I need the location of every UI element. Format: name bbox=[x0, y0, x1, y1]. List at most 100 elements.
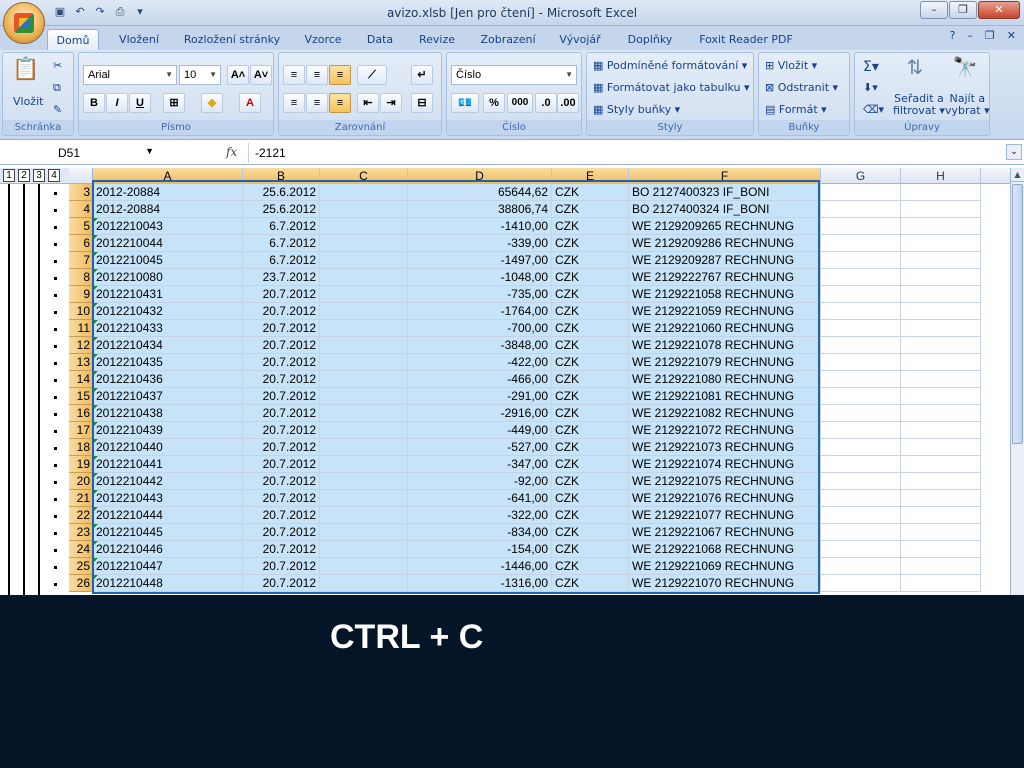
increase-decimal-icon[interactable]: .0 bbox=[535, 93, 557, 113]
cell-e[interactable]: CZK bbox=[552, 388, 629, 405]
cell-d[interactable]: -466,00 bbox=[408, 371, 552, 388]
align-center-icon[interactable]: ≡ bbox=[306, 93, 328, 113]
cell-a[interactable]: 2012210438 bbox=[93, 405, 243, 422]
bold-button[interactable]: B bbox=[83, 93, 105, 113]
cell-c[interactable] bbox=[320, 439, 408, 456]
cell-a[interactable]: 2012210043 bbox=[93, 218, 243, 235]
italic-button[interactable]: I bbox=[106, 93, 128, 113]
cell-d[interactable]: -154,00 bbox=[408, 541, 552, 558]
cell-h[interactable] bbox=[901, 337, 981, 354]
cell-g[interactable] bbox=[821, 490, 901, 507]
formula-input[interactable]: -2121 bbox=[248, 143, 1004, 163]
cell-h[interactable] bbox=[901, 235, 981, 252]
close-button[interactable]: ✕ bbox=[978, 1, 1020, 19]
cell-f[interactable]: WE 2129221072 RECHNUNG bbox=[629, 422, 821, 439]
cell-a[interactable]: 2012210448 bbox=[93, 575, 243, 592]
conditional-formatting-button[interactable]: ▦ Podmíněné formátování ▾ bbox=[593, 59, 747, 72]
cell-e[interactable]: CZK bbox=[552, 286, 629, 303]
cell-a[interactable]: 2012210044 bbox=[93, 235, 243, 252]
cell-a[interactable]: 2012210080 bbox=[93, 269, 243, 286]
cell-h[interactable] bbox=[901, 252, 981, 269]
cell-c[interactable] bbox=[320, 184, 408, 201]
cell-e[interactable]: CZK bbox=[552, 473, 629, 490]
row-header[interactable]: 9 bbox=[69, 286, 93, 303]
format-cells-button[interactable]: ▤ Formát ▾ bbox=[765, 103, 827, 116]
cell-a[interactable]: 2012210447 bbox=[93, 558, 243, 575]
paste-icon[interactable]: 📋 bbox=[11, 57, 41, 82]
cell-d[interactable]: -339,00 bbox=[408, 235, 552, 252]
cell-f[interactable]: WE 2129209286 RECHNUNG bbox=[629, 235, 821, 252]
fill-color-icon[interactable]: ◈ bbox=[201, 93, 223, 113]
outline-level-4[interactable]: 4 bbox=[48, 169, 60, 182]
row-header[interactable]: 25 bbox=[69, 558, 93, 575]
cell-c[interactable] bbox=[320, 507, 408, 524]
cell-c[interactable] bbox=[320, 303, 408, 320]
increase-indent-icon[interactable]: ⇥ bbox=[380, 93, 402, 113]
cell-h[interactable] bbox=[901, 303, 981, 320]
cell-a[interactable]: 2012210435 bbox=[93, 354, 243, 371]
cell-g[interactable] bbox=[821, 286, 901, 303]
cell-g[interactable] bbox=[821, 473, 901, 490]
tab-home[interactable]: Domů bbox=[47, 29, 99, 50]
cut-icon[interactable]: ✂ bbox=[53, 59, 62, 72]
cell-c[interactable] bbox=[320, 252, 408, 269]
tab-foxit[interactable]: Foxit Reader PDF bbox=[692, 29, 800, 50]
clear-icon[interactable]: ⌫▾ bbox=[863, 103, 884, 116]
cell-c[interactable] bbox=[320, 558, 408, 575]
cell-b[interactable]: 6.7.2012 bbox=[243, 235, 320, 252]
cell-h[interactable] bbox=[901, 422, 981, 439]
cell-c[interactable] bbox=[320, 286, 408, 303]
cell-a[interactable]: 2012210442 bbox=[93, 473, 243, 490]
format-as-table-button[interactable]: ▦ Formátovat jako tabulku ▾ bbox=[593, 81, 750, 94]
cell-styles-button[interactable]: ▦ Styly buňky ▾ bbox=[593, 103, 680, 116]
cell-e[interactable]: CZK bbox=[552, 575, 629, 592]
column-header-g[interactable]: G bbox=[821, 168, 901, 184]
cell-e[interactable]: CZK bbox=[552, 303, 629, 320]
cell-b[interactable]: 20.7.2012 bbox=[243, 558, 320, 575]
row-header[interactable]: 19 bbox=[69, 456, 93, 473]
row-header[interactable]: 21 bbox=[69, 490, 93, 507]
cell-h[interactable] bbox=[901, 286, 981, 303]
cell-c[interactable] bbox=[320, 456, 408, 473]
cell-a[interactable]: 2012210437 bbox=[93, 388, 243, 405]
scroll-up-icon[interactable]: ▲ bbox=[1011, 168, 1024, 182]
cell-b[interactable]: 6.7.2012 bbox=[243, 218, 320, 235]
cell-e[interactable]: CZK bbox=[552, 405, 629, 422]
outline-level-1[interactable]: 1 bbox=[3, 169, 15, 182]
cell-e[interactable]: CZK bbox=[552, 507, 629, 524]
cell-d[interactable]: -700,00 bbox=[408, 320, 552, 337]
cell-a[interactable]: 2012-20884 bbox=[93, 201, 243, 218]
cell-g[interactable] bbox=[821, 439, 901, 456]
fill-icon[interactable]: ⬇▾ bbox=[863, 81, 878, 94]
cell-h[interactable] bbox=[901, 269, 981, 286]
cell-g[interactable] bbox=[821, 456, 901, 473]
cell-f[interactable]: WE 2129221069 RECHNUNG bbox=[629, 558, 821, 575]
cell-h[interactable] bbox=[901, 524, 981, 541]
row-header[interactable]: 13 bbox=[69, 354, 93, 371]
cell-b[interactable]: 25.6.2012 bbox=[243, 201, 320, 218]
underline-button[interactable]: U bbox=[129, 93, 151, 113]
cell-e[interactable]: CZK bbox=[552, 269, 629, 286]
cell-g[interactable] bbox=[821, 269, 901, 286]
cell-b[interactable]: 6.7.2012 bbox=[243, 252, 320, 269]
row-header[interactable]: 15 bbox=[69, 388, 93, 405]
cell-a[interactable]: 2012210431 bbox=[93, 286, 243, 303]
outline-level-3[interactable]: 3 bbox=[33, 169, 45, 182]
font-color-icon[interactable]: A bbox=[239, 93, 261, 113]
cell-h[interactable] bbox=[901, 371, 981, 388]
cell-h[interactable] bbox=[901, 201, 981, 218]
cell-b[interactable]: 20.7.2012 bbox=[243, 439, 320, 456]
cell-a[interactable]: 2012210440 bbox=[93, 439, 243, 456]
cell-h[interactable] bbox=[901, 558, 981, 575]
cell-a[interactable]: 2012210434 bbox=[93, 337, 243, 354]
row-header[interactable]: 3 bbox=[69, 184, 93, 201]
tab-page-layout[interactable]: Rozložení stránky bbox=[178, 29, 286, 50]
name-box[interactable]: D51 ▼ bbox=[0, 143, 158, 163]
row-header[interactable]: 26 bbox=[69, 575, 93, 592]
cell-d[interactable]: -347,00 bbox=[408, 456, 552, 473]
cell-b[interactable]: 20.7.2012 bbox=[243, 575, 320, 592]
cell-h[interactable] bbox=[901, 405, 981, 422]
insert-cells-button[interactable]: ⊞ Vložit ▾ bbox=[765, 59, 817, 72]
cell-c[interactable] bbox=[320, 422, 408, 439]
expand-formula-bar-icon[interactable]: ⌄ bbox=[1006, 144, 1022, 160]
